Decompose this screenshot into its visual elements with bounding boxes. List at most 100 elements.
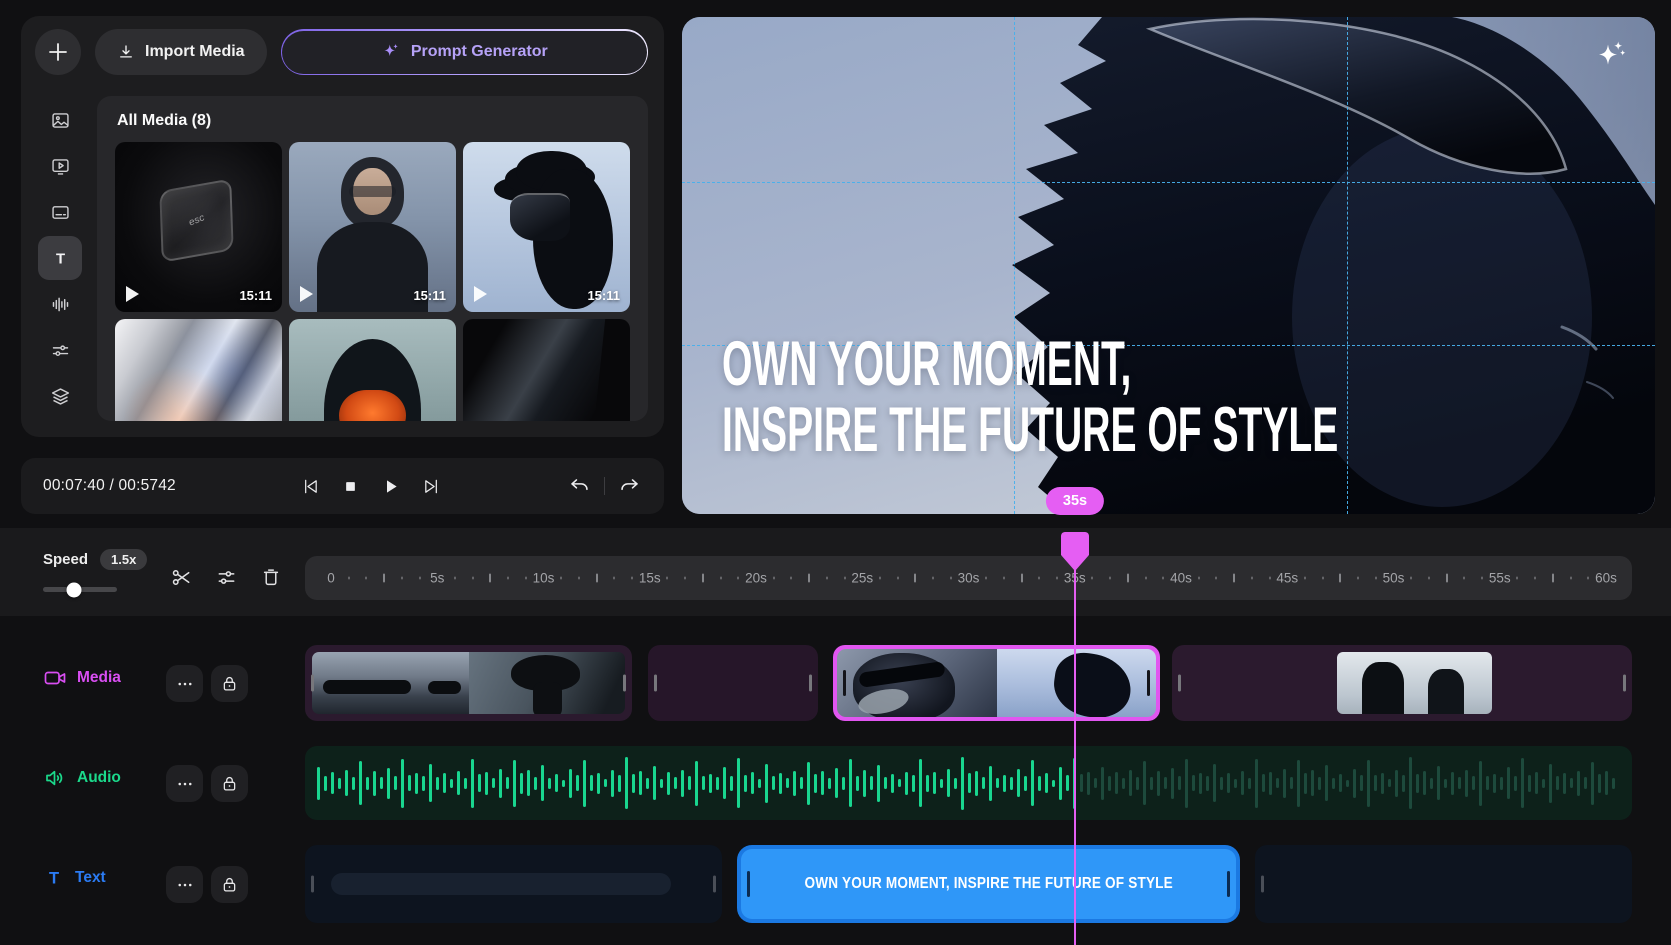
text-track-lock-button[interactable] [211,866,248,903]
media-clip-4[interactable] [1172,645,1632,721]
tab-text[interactable]: T [38,236,82,280]
text-tool-icon: T [50,248,71,269]
text-track-label: Text [75,869,106,887]
sparkle-icon [381,42,401,62]
video-preview-canvas[interactable]: OWN YOUR MOMENT, INSPIRE THE FUTURE OF S… [682,17,1655,514]
adjust-icon [215,566,238,589]
tab-adjust[interactable] [38,328,82,372]
ellipsis-icon [176,775,194,793]
tab-captions[interactable] [38,190,82,234]
playhead-time-badge[interactable]: 35s [1046,487,1104,515]
all-media-header: All Media (8) [117,112,630,130]
playhead-marker[interactable] [1060,531,1090,572]
prompt-generator-button[interactable]: Prompt Generator [282,31,646,74]
captions-icon [50,202,71,223]
prompt-generator-border: Prompt Generator [281,29,648,75]
ruler-label: 5s [430,571,444,586]
trim-handle-left[interactable] [311,876,314,893]
audio-waveform [317,746,1620,820]
svg-text:T: T [49,870,59,888]
video-player-icon [50,156,71,177]
trim-handle-left[interactable] [311,675,314,692]
trim-handle-left[interactable] [747,871,750,897]
speed-slider[interactable] [43,587,117,592]
tab-media[interactable] [38,98,82,142]
trim-handle-right[interactable] [1147,670,1150,696]
media-item-esc-key-video[interactable]: esc 15:11 [115,142,282,312]
trim-handle-left[interactable] [654,675,657,692]
esc-key-graphic: esc [159,178,234,263]
overlay-headline-line1: OWN YOUR MOMENT, [722,331,1338,397]
ruler-label: 30s [958,571,980,586]
prompt-generator-label: Prompt Generator [411,43,548,61]
stop-button[interactable] [339,475,362,498]
play-icon [126,286,139,302]
divider [604,477,605,495]
ellipsis-icon [176,675,194,693]
media-item-chrome-abstract[interactable] [115,319,282,421]
ruler-label: 20s [745,571,767,586]
redo-button[interactable] [617,474,642,499]
ruler-label: 25s [851,571,873,586]
timeline-ruler[interactable]: 05s10s15s20s25s30s35s40s45s50s55s60s [305,556,1632,600]
trim-handle-right[interactable] [623,675,626,692]
tab-audio[interactable] [38,282,82,326]
sliders-icon [50,340,71,361]
media-track-lock-button[interactable] [211,665,248,702]
media-track-options-button[interactable] [166,665,203,702]
audio-track-lock-button[interactable] [211,765,248,802]
trim-handle-right[interactable] [1227,871,1230,897]
media-clip-2[interactable] [648,645,818,721]
media-clip-3-selected[interactable] [833,645,1160,721]
skip-forward-button[interactable] [419,474,444,499]
speaker-icon [43,766,67,790]
speed-slider-knob[interactable] [67,582,82,597]
transport-controls [176,474,567,499]
clip-thumb-braids [469,652,626,714]
import-media-button[interactable]: Import Media [95,29,267,75]
ai-sparkles-icon[interactable] [1593,37,1629,73]
speed-control: Speed 1.5x [43,549,147,570]
ruler-label: 45s [1276,571,1298,586]
ruler-label: 40s [1170,571,1192,586]
tab-video[interactable] [38,144,82,188]
trim-handle-left[interactable] [1178,675,1181,692]
text-clip-3[interactable] [1255,845,1632,923]
text-clip-1[interactable] [305,845,722,923]
trim-handle-right[interactable] [713,876,716,893]
trim-handle-right[interactable] [809,675,812,692]
text-clip-2-selected[interactable]: OWN YOUR MOMENT, INSPIRE THE FUTURE OF S… [737,845,1240,923]
trim-handle-left[interactable] [1261,876,1264,893]
delete-clip-button[interactable] [256,562,286,592]
overlay-headline[interactable]: OWN YOUR MOMENT, INSPIRE THE FUTURE OF S… [722,331,1338,463]
add-button[interactable] [35,29,81,75]
ruler-label: 10s [533,571,555,586]
audio-track-options-button[interactable] [166,765,203,802]
undo-button[interactable] [567,474,592,499]
audio-track-lane[interactable] [305,746,1632,820]
ruler-label: 0 [327,571,335,586]
tab-layers[interactable] [38,374,82,418]
all-media-panel: All Media (8) esc 15:11 15:11 [97,96,648,421]
lock-icon [220,774,239,793]
media-track-label: Media [77,669,121,687]
media-grid: esc 15:11 15:11 15:11 [115,142,630,421]
media-item-dark-abstract[interactable] [463,319,630,421]
play-button[interactable] [378,474,403,499]
split-clip-button[interactable] [166,562,197,593]
lock-icon [220,875,239,894]
media-item-vr-headset-video[interactable]: 15:11 [463,142,630,312]
trim-handle-left[interactable] [843,670,846,696]
playback-bar: 00:07:40 / 00:5742 [21,458,664,514]
text-track-options-button[interactable] [166,866,203,903]
clip-thumb-man-sunglasses [837,649,997,717]
media-clip-1[interactable] [305,645,632,721]
media-item-woman-glasses-video[interactable]: 15:11 [289,142,456,312]
video-editor-app: Import Media Prompt Generator T [0,0,1671,945]
clip-adjust-button[interactable] [211,562,242,593]
media-item-helmet-visor[interactable] [289,319,456,421]
plus-icon [47,41,69,63]
overlay-headline-line2: INSPIRE THE FUTURE OF STYLE [722,397,1338,463]
skip-back-button[interactable] [298,474,323,499]
trim-handle-right[interactable] [1623,675,1626,692]
